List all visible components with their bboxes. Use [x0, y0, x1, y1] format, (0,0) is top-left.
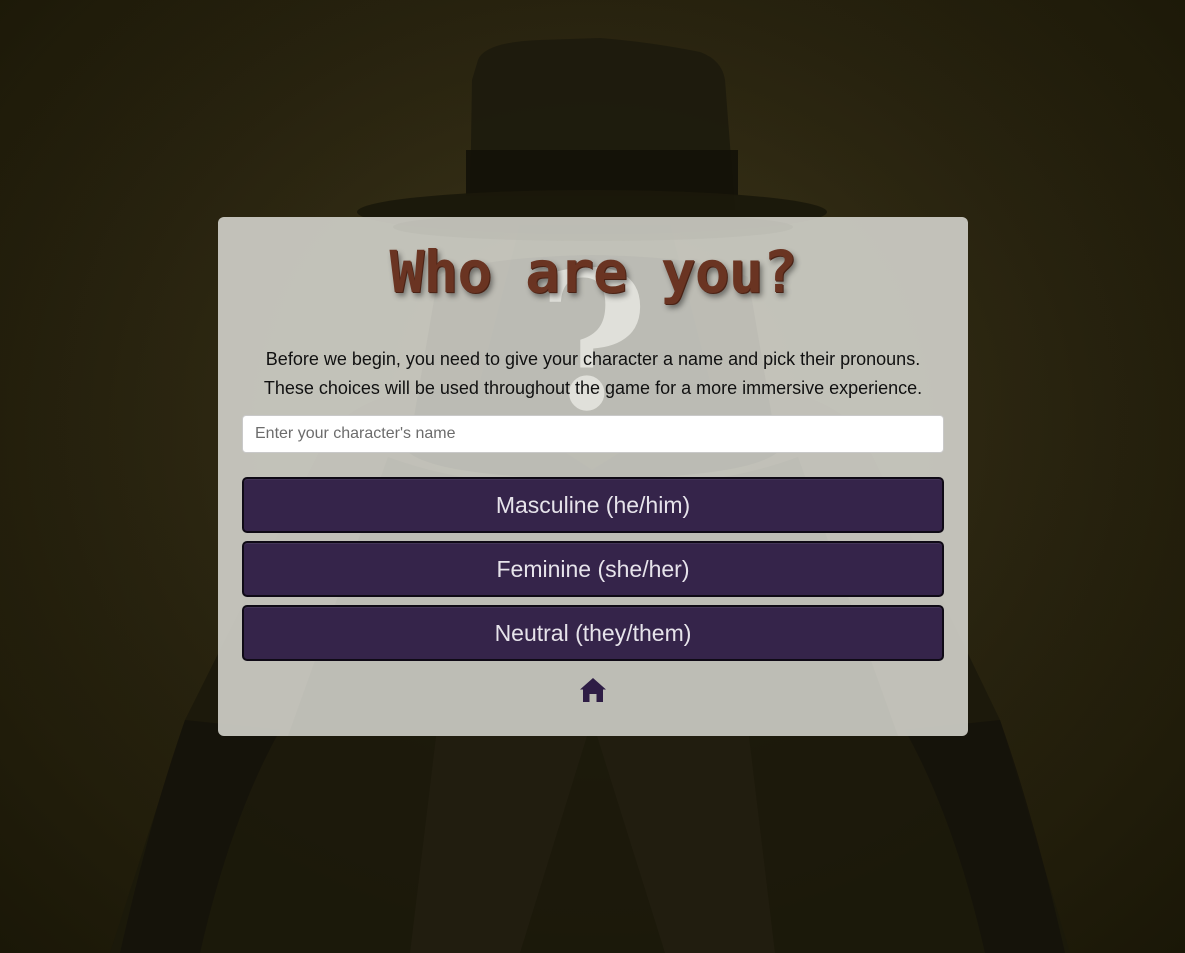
intro-text: Before we begin, you need to give your c…	[242, 345, 944, 403]
character-name-input[interactable]	[242, 415, 944, 453]
home-button[interactable]	[578, 675, 608, 705]
pronoun-feminine-button[interactable]: Feminine (she/her)	[242, 541, 944, 597]
pronoun-masculine-button[interactable]: Masculine (he/him)	[242, 477, 944, 533]
pronoun-neutral-button[interactable]: Neutral (they/them)	[242, 605, 944, 661]
pronoun-options: Masculine (he/him) Feminine (she/her) Ne…	[242, 477, 944, 661]
page-title: Who are you?	[389, 238, 797, 306]
character-setup-card: ? Who are you? Before we begin, you need…	[218, 217, 968, 736]
home-icon	[580, 678, 606, 702]
intro-line-1: Before we begin, you need to give your c…	[265, 349, 921, 369]
intro-line-2: These choices will be used throughout th…	[263, 378, 923, 398]
